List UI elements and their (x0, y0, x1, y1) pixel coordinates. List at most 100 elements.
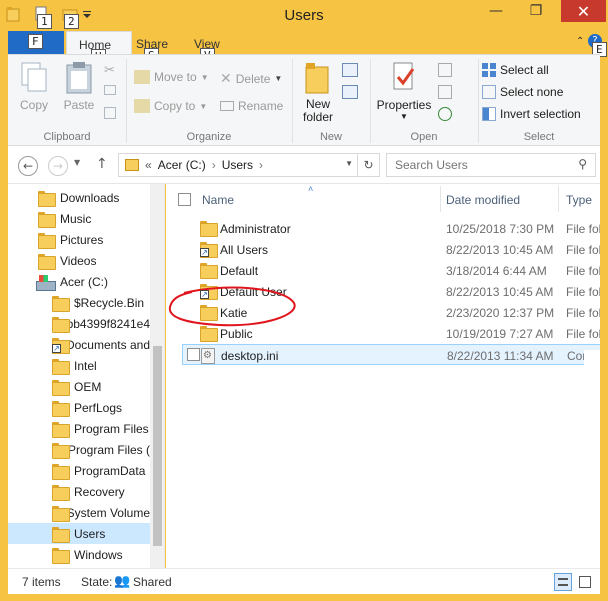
nav-item-oem[interactable]: OEM (8, 376, 150, 397)
details-view-icon (558, 578, 568, 586)
column-type[interactable]: Type (566, 193, 592, 207)
file-list-scrollbar[interactable] (584, 350, 600, 568)
title-bar: 1 2 Users — ❐ ✕ (0, 0, 608, 31)
arrow-right-icon: → (52, 159, 64, 173)
nav-item-windows[interactable]: Windows (8, 544, 150, 565)
easy-access-icon[interactable] (342, 85, 358, 99)
organize-group-label: Organize (186, 131, 232, 143)
paste-shortcut-icon[interactable] (104, 107, 116, 119)
breadcrumb-drive[interactable]: Acer (C:) (158, 158, 206, 172)
history-icon[interactable] (438, 107, 452, 121)
nav-item-videos[interactable]: Videos (8, 250, 150, 271)
file-name: Administrator (220, 222, 291, 236)
nav-item-recovery[interactable]: Recovery (8, 481, 150, 502)
details-view-button[interactable] (554, 573, 572, 591)
refresh-icon[interactable]: ↻ (357, 154, 379, 176)
nav-scroll-thumb[interactable] (153, 346, 162, 546)
column-header: ˄ Name Date modified Type (166, 184, 600, 214)
copy-path-icon[interactable] (104, 85, 116, 95)
delete-button[interactable]: ✕ Delete ▼ (220, 70, 282, 87)
cut-icon[interactable]: ✂ (104, 63, 115, 78)
invert-selection-label: Invert selection (500, 107, 581, 121)
select-all-icon (482, 63, 496, 77)
nav-item-label: Recovery (74, 484, 125, 499)
table-row[interactable]: Default 3/18/2014 6:44 AM File fol (182, 260, 600, 281)
paste-button[interactable]: Paste (60, 61, 98, 112)
nav-item-system-volume[interactable]: System Volume (8, 502, 150, 523)
folder-icon (52, 526, 70, 543)
copy-to-icon (134, 99, 150, 113)
invert-selection-button[interactable]: Invert selection (482, 107, 581, 121)
search-icon[interactable]: ⚲ (578, 157, 587, 171)
arrow-left-icon: ← (22, 159, 34, 173)
chevron-down-icon: ▼ (400, 112, 408, 121)
select-none-icon (482, 85, 496, 99)
nav-item-documents-and[interactable]: ↗ Documents and (8, 334, 150, 355)
forward-button[interactable]: → (48, 156, 68, 176)
nav-item-intel[interactable]: Intel (8, 355, 150, 376)
move-to-button[interactable]: Move to ▼ (134, 70, 209, 84)
tab-file[interactable]: F (8, 31, 64, 55)
select-none-button[interactable]: Select none (482, 85, 563, 99)
nav-item-pictures[interactable]: Pictures (8, 229, 150, 250)
move-to-icon (134, 70, 150, 84)
minimize-button[interactable]: — (482, 0, 510, 22)
close-icon: ✕ (576, 1, 591, 21)
tab-home[interactable]: Home H (66, 31, 132, 64)
nav-item-label: bb4399f8241e4 (66, 316, 150, 331)
nav-item-acer-c[interactable]: Acer (C:) (8, 271, 150, 292)
recent-locations-icon[interactable]: ▼ (74, 158, 80, 167)
overflow-breadcrumb[interactable]: « (145, 158, 152, 172)
up-button[interactable]: ↑ (96, 156, 108, 172)
nav-item-programdata[interactable]: ProgramData (8, 460, 150, 481)
nav-item-label: Windows (74, 547, 123, 562)
file-list: ˄ Name Date modified Type Administrator 1… (166, 184, 600, 568)
nav-item-perflogs[interactable]: PerfLogs (8, 397, 150, 418)
new-item-icon[interactable] (342, 63, 358, 77)
breadcrumb-users[interactable]: Users (222, 158, 253, 172)
row-checkbox[interactable] (187, 348, 200, 361)
new-folder-button[interactable]: New folder (298, 61, 338, 124)
copy-button[interactable]: Copy (16, 61, 52, 112)
column-name[interactable]: Name (202, 193, 234, 207)
column-date-modified[interactable]: Date modified (446, 193, 520, 207)
large-icons-view-button[interactable] (576, 573, 594, 591)
nav-item-bb4399f8241e4[interactable]: bb4399f8241e4 (8, 313, 150, 334)
paste-label: Paste (63, 98, 95, 112)
nav-item-program-files[interactable]: Program Files ( (8, 439, 150, 460)
address-bar[interactable]: « Acer (C:) › Users › ▼ ↻ (118, 153, 380, 177)
breadcrumb-chevron[interactable]: › (212, 158, 216, 172)
nav-item-recycle-bin[interactable]: $Recycle.Bin (8, 292, 150, 313)
open-icon[interactable] (438, 63, 452, 77)
rename-button[interactable]: Rename (220, 99, 283, 113)
properties-button[interactable]: Properties ▼ (376, 61, 432, 121)
table-row[interactable]: desktop.ini8/22/2013 11:34 AMConfig (182, 344, 600, 365)
navigation-pane: Downloads Music Pictures Videos Acer (C:) $Re… (8, 184, 165, 568)
breadcrumb-chevron[interactable]: › (259, 158, 263, 172)
search-input[interactable] (387, 154, 567, 176)
nav-item-program-files[interactable]: Program Files (8, 418, 150, 439)
search-box[interactable]: ⚲ (386, 153, 596, 177)
column-separator[interactable] (558, 186, 559, 212)
select-all-button[interactable]: Select all (482, 63, 549, 77)
nav-item-music[interactable]: Music (8, 208, 150, 229)
state-value: Shared (133, 575, 172, 589)
copy-to-button[interactable]: Copy to ▼ (134, 99, 207, 113)
open-group-label: Open (410, 131, 438, 143)
close-button[interactable]: ✕ (561, 0, 606, 22)
table-row[interactable]: ↗ All Users 8/22/2013 10:45 AM File fol (182, 239, 600, 260)
column-separator[interactable] (440, 186, 441, 212)
edit-icon[interactable] (438, 85, 452, 99)
nav-item-label: Pictures (60, 232, 104, 247)
back-button[interactable]: ← (18, 156, 38, 176)
select-all-checkbox[interactable] (178, 193, 191, 206)
nav-scrollbar[interactable] (150, 184, 164, 568)
table-row[interactable]: Administrator 10/25/2018 7:30 PM File fol (182, 218, 600, 239)
address-dropdown-icon[interactable]: ▼ (345, 159, 353, 168)
nav-item-downloads[interactable]: Downloads (8, 187, 150, 208)
folder-icon (52, 400, 70, 417)
nav-item-users[interactable]: Users (8, 523, 150, 544)
maximize-button[interactable]: ❐ (522, 0, 550, 22)
item-count: 7 items (22, 575, 61, 589)
collapse-ribbon-icon[interactable]: ⌃ (576, 36, 584, 47)
